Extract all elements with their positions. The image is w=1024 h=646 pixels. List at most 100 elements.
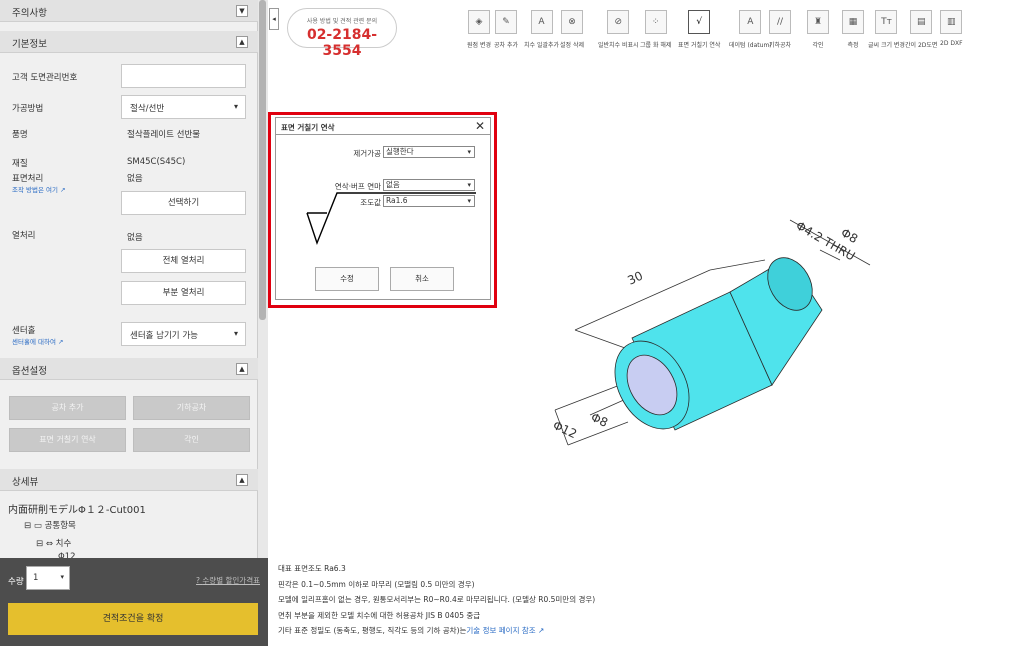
hide-icon: ⊘ <box>607 10 630 34</box>
section-title: 주의사항 <box>12 8 47 19</box>
tree-item-dimension[interactable]: ⊟ ⇔ 치수 <box>36 537 71 549</box>
roughness-dialog: 표면 거칠기 연삭 ✕ 제거가공 실행한다 ▾ 연삭·버프 연마 없음 ▾ 조도… <box>275 117 491 300</box>
qty-select[interactable]: 1 ▾ <box>26 566 70 590</box>
note-line: 핀각은 0.1~0.5mm 이하로 마무리 (모떨림 0.5 미만의 경우) <box>278 579 475 589</box>
geometric-icon: // <box>769 10 792 34</box>
tree-root[interactable]: 内面研削モデルΦ１２-Cut001 <box>8 501 146 516</box>
tool-measure[interactable]: ▦ 측정 <box>842 10 864 49</box>
tool-datum[interactable]: A 데이텀 (datum) <box>729 10 772 49</box>
dialog-cancel-button[interactable]: 취소 <box>390 267 454 291</box>
process-select[interactable]: 절삭/선반 ▾ <box>121 95 246 119</box>
section-title: 기본정보 <box>12 39 47 50</box>
contact-subtitle: 사용 방법 및 견적 관련 문의 <box>306 18 378 25</box>
tool-ungroup[interactable]: ⁘ 그룹 화 해제 <box>640 10 671 49</box>
tolerance-add-button[interactable]: 공차 추가 <box>9 396 126 420</box>
product-label: 품명 <box>12 130 28 140</box>
dialog-ok-button[interactable]: 수정 <box>315 267 379 291</box>
section-title: 옵션설정 <box>12 366 47 377</box>
dimension-icon: ⇔ <box>45 539 53 549</box>
removal-label: 제거가공 <box>353 149 381 158</box>
basic-section-header[interactable]: 기본정보 ▲ <box>0 31 258 53</box>
surface-roughness-button[interactable]: 표면 거칠기 연삭 <box>9 428 126 452</box>
tool-label: 기하공차 <box>769 42 792 49</box>
removal-value: 실행한다 <box>386 147 414 156</box>
tree-item-label: 공통항목 <box>44 521 76 531</box>
collapse-icon[interactable]: ▲ <box>236 474 248 486</box>
heat-part-button[interactable]: 부분 열처리 <box>121 281 246 305</box>
process-label: 가공방법 <box>12 104 44 114</box>
chevron-down-icon: ▾ <box>60 573 64 581</box>
tool-2d-drawing[interactable]: ▤ 간이 2D도면 <box>905 10 937 49</box>
measure-icon: ▦ <box>842 10 864 34</box>
help-icon: ? <box>196 576 201 585</box>
expand-icon[interactable]: ▼ <box>236 5 248 17</box>
qty-value: 1 <box>33 573 39 583</box>
section-title: 상세뷰 <box>12 477 39 488</box>
center-help-link[interactable]: 센터홀에 대하여 ↗ <box>12 336 63 346</box>
select-button[interactable]: 선택하기 <box>121 191 246 215</box>
tool-text-size[interactable]: Tт 글씨 크기 변경 <box>868 10 905 49</box>
scrollbar-thumb[interactable] <box>259 0 266 320</box>
note-text: 기타 표준 정밀도 (동축도, 평행도, 직각도 등의 기하 공차)는 <box>278 626 467 635</box>
tool-label: 데이텀 (datum) <box>729 42 772 49</box>
note-line: 모델에 일리프홈이 없는 경우, 원통모서리부는 R0~R0.4로 마무리됩니다… <box>278 595 596 604</box>
tree-item-common[interactable]: ⊟ ▭ 공통항목 <box>24 519 76 531</box>
dxf-icon: ▥ <box>940 10 963 34</box>
notes-section-header[interactable]: 주의사항 ▼ <box>0 0 258 22</box>
text-size-icon: Tт <box>875 10 898 34</box>
note-line-last: 기타 표준 정밀도 (동축도, 평행도, 직각도 등의 기하 공차)는기술 정보… <box>278 623 978 639</box>
tool-add-tolerance[interactable]: ✎ 공차 추가 <box>494 10 518 49</box>
roughness-symbol-icon <box>306 192 476 246</box>
geometric-tolerance-button[interactable]: 기하공차 <box>133 396 250 420</box>
close-icon[interactable]: ✕ <box>475 119 485 133</box>
drawing-no-label: 고객 도면관리번호 <box>12 73 78 83</box>
process-value: 절삭/선반 <box>130 104 165 114</box>
collapse-icon[interactable]: ▲ <box>236 36 248 48</box>
ungroup-icon: ⁘ <box>644 10 667 34</box>
center-label: 센터홀 <box>12 326 36 336</box>
confirm-quote-button[interactable]: 견적조건을 확정 <box>8 603 258 635</box>
option-section-header[interactable]: 옵션설정 ▲ <box>0 358 258 380</box>
collapse-panel-icon[interactable]: ◂ <box>269 8 279 30</box>
dialog-title: 표면 거칠기 연삭 <box>281 123 335 132</box>
surface-help-link[interactable]: 조작 방법은 여기 ↗ <box>12 184 66 194</box>
link-text: 조작 방법은 여기 <box>12 186 58 194</box>
tool-label: 간이 2D도면 <box>905 42 938 49</box>
tool-hide-dimension[interactable]: ⊘ 일반치수 비표시 <box>598 10 639 49</box>
left-panel: 주의사항 ▼ 기본정보 ▲ 고객 도면관리번호 가공방법 절삭/선반 ▾ 품명 … <box>0 0 258 646</box>
drawing-no-input[interactable] <box>121 64 246 88</box>
tool-batch-dimension[interactable]: A 치수 일괄추가 <box>524 10 559 49</box>
external-link-icon: ↗ <box>60 186 66 194</box>
tool-label: 치수 일괄추가 <box>524 42 560 49</box>
link-text: 센터홀에 대하여 <box>12 338 56 346</box>
note-line: 대표 표면조도 Ra6.3 <box>278 564 346 573</box>
tool-2d-dxf[interactable]: ▥ 2D DXF <box>940 10 963 47</box>
qty-label: 수량 <box>8 577 24 587</box>
removal-select[interactable]: 실행한다 ▾ <box>383 146 475 158</box>
pencil-icon: ✎ <box>495 10 517 34</box>
bottom-bar: 수량 1 ▾ ? 수량별 할인가격표 견적조건을 확정 <box>0 558 268 646</box>
link-text: 수량별 할인가격표 <box>202 576 260 585</box>
dimension-icon: A <box>530 10 553 34</box>
center-select[interactable]: 센터홀 남기기 가능 ▾ <box>121 322 246 346</box>
collapse-icon[interactable]: ▲ <box>236 363 248 375</box>
part-3d-view[interactable]: 30 Φ8 Φ4.2 THRU Φ8 Φ12 <box>540 200 930 470</box>
center-value: 센터홀 남기기 가능 <box>130 331 198 341</box>
tool-delete-setting[interactable]: ⊗ 설정 삭제 <box>560 10 584 49</box>
detail-section-header[interactable]: 상세뷰 ▲ <box>0 469 258 491</box>
product-value: 절삭플레이트 선반물 <box>127 130 201 140</box>
heat-all-button[interactable]: 전체 열처리 <box>121 249 246 273</box>
external-link-icon: ↗ <box>58 338 64 346</box>
tool-stamp[interactable]: ♜ 각인 <box>807 10 829 49</box>
tool-origin[interactable]: ◈ 원점 변경 <box>467 10 491 49</box>
delete-icon: ⊗ <box>561 10 583 34</box>
tech-info-link[interactable]: 기술 정보 페이지 참조 ↗ <box>466 626 544 635</box>
stamp-button[interactable]: 각인 <box>133 428 250 452</box>
tool-geometric[interactable]: // 기하공차 <box>769 10 791 49</box>
roughness-icon: √ <box>688 10 711 34</box>
stamp-icon: ♜ <box>807 10 829 34</box>
tool-surface-roughness[interactable]: √ 표면 거칠기 연삭 <box>678 10 720 49</box>
folder-icon: ▭ <box>33 521 42 531</box>
qty-discount-link[interactable]: ? 수량별 할인가격표 <box>196 575 260 586</box>
tool-label: 측정 <box>847 42 859 49</box>
